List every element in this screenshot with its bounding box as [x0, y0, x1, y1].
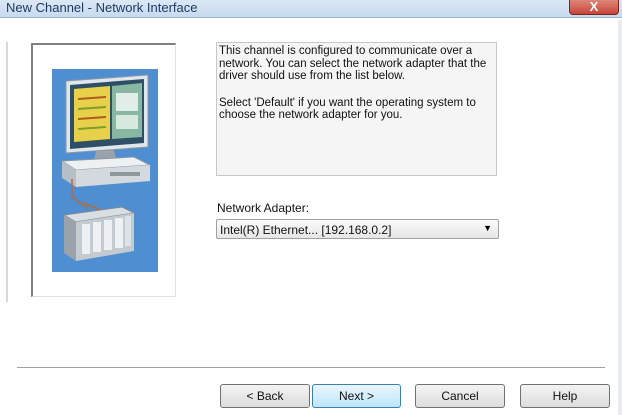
network-illustration: [52, 69, 158, 272]
left-frame-line: [6, 42, 8, 302]
computer-network-plc-illustration-icon: [52, 69, 158, 272]
cancel-button[interactable]: Cancel: [415, 384, 505, 408]
close-button[interactable]: X: [569, 0, 619, 15]
window-edge: [618, 20, 622, 415]
next-button[interactable]: Next >: [312, 384, 401, 408]
window-title: New Channel - Network Interface: [6, 0, 198, 15]
network-adapter-dropdown[interactable]: Intel(R) Ethernet... [192.168.0.2] ▼: [216, 219, 499, 239]
button-separator: [17, 367, 605, 369]
description-paragraph-2: Select 'Default' if you want the operati…: [219, 96, 476, 122]
chevron-down-icon[interactable]: ▼: [483, 223, 492, 233]
network-adapter-label: Network Adapter:: [217, 201, 310, 215]
back-button[interactable]: < Back: [220, 384, 310, 408]
network-adapter-selected-value: Intel(R) Ethernet... [192.168.0.2]: [220, 223, 392, 237]
help-button[interactable]: Help: [520, 384, 610, 408]
description-box: This channel is configured to communicat…: [216, 42, 497, 176]
description-paragraph-1: This channel is configured to communicat…: [219, 45, 487, 83]
title-bar: New Channel - Network Interface X: [0, 0, 622, 18]
